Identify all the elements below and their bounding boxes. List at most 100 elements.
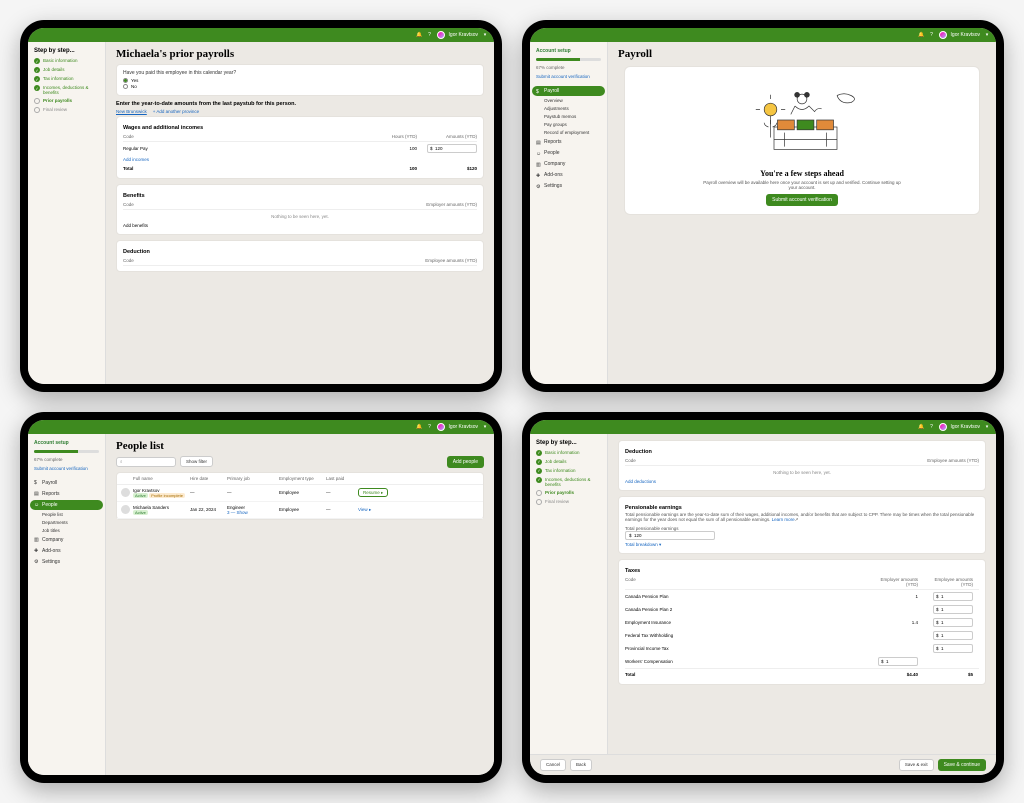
tax-ee-input[interactable] [933, 644, 973, 653]
chevron-down-icon[interactable]: ▾ [482, 424, 488, 430]
tax-er-input[interactable] [878, 657, 918, 666]
nav-reports[interactable]: ▤Reports [532, 137, 605, 147]
user-name[interactable]: Igor Kravtsov [951, 424, 980, 430]
radio-yes[interactable]: Yes [123, 78, 477, 83]
chart-icon: ▤ [536, 140, 541, 145]
step-final-review[interactable]: Final review [30, 106, 103, 114]
col-etype[interactable]: Employment type [279, 476, 324, 481]
step-incomes[interactable]: ✓Incomes, deductions & benefits [532, 476, 605, 488]
step-basic-info[interactable]: ✓Basic information [532, 449, 605, 457]
tax-ee-input[interactable] [933, 592, 973, 601]
radio-no[interactable]: No [123, 84, 477, 89]
add-deductions-link[interactable]: Add deductions [625, 479, 656, 484]
nav-settings[interactable]: ⚙Settings [30, 557, 103, 567]
people-icon: ☺ [34, 502, 39, 507]
save-exit-button[interactable]: Save & exit [899, 759, 934, 771]
screen-payroll-hero: 🔔 ? Igor Kravtsov ▾ Account setup 67% co… [530, 28, 996, 384]
tax-ee-input[interactable] [933, 605, 973, 614]
nav-settings[interactable]: ⚙Settings [532, 181, 605, 191]
nav-reports[interactable]: ▤Reports [30, 489, 103, 499]
chevron-down-icon[interactable]: ▾ [984, 32, 990, 38]
add-people-button[interactable]: Add people [447, 456, 484, 468]
step-basic-info[interactable]: ✓Basic information [30, 57, 103, 65]
show-more-link[interactable]: 3 — Show [227, 510, 248, 515]
add-benefits-link[interactable]: Add benefits [123, 223, 148, 228]
step-prior-payrolls[interactable]: Prior payrolls [532, 489, 605, 497]
hero-cta-button[interactable]: Submit account verification [766, 194, 838, 206]
avatar[interactable] [437, 31, 445, 39]
tax-row: Federal Tax Withholding [625, 629, 979, 642]
chevron-down-icon[interactable]: ▾ [482, 32, 488, 38]
nav-people[interactable]: ☺People [30, 500, 103, 510]
nav-payroll[interactable]: $Payroll [30, 478, 103, 488]
circle-icon [536, 499, 542, 505]
avatar[interactable] [939, 423, 947, 431]
save-continue-button[interactable]: Save & continue [938, 759, 986, 771]
help-icon[interactable]: ? [427, 32, 433, 38]
step-tax-info[interactable]: ✓Tax information [532, 467, 605, 475]
avatar[interactable] [939, 31, 947, 39]
user-name[interactable]: Igor Kravtsov [449, 424, 478, 430]
show-filter-button[interactable]: Show filter [180, 456, 213, 467]
step-job-details[interactable]: ✓Job details [532, 458, 605, 466]
step-incomes[interactable]: ✓Incomes, deductions & benefits [30, 84, 103, 96]
learn-more-link[interactable]: Learn more [772, 517, 795, 522]
row-name[interactable]: Igor Kravtsov [133, 488, 188, 493]
bell-icon[interactable]: 🔔 [919, 32, 925, 38]
nav-payroll[interactable]: $Payroll [532, 86, 605, 96]
add-incomes-link[interactable]: Add incomes [123, 157, 357, 162]
col-primary[interactable]: Primary job [227, 476, 277, 481]
col-hire[interactable]: Hire date [190, 476, 225, 481]
check-icon: ✓ [536, 459, 542, 465]
nav-people[interactable]: ☺People [532, 148, 605, 158]
nav-payroll-overview[interactable]: Overview [532, 97, 605, 104]
tax-ee-input[interactable] [933, 618, 973, 627]
back-button[interactable]: Back [570, 759, 592, 771]
step-tax-info[interactable]: ✓Tax information [30, 75, 103, 83]
pe-value-input[interactable] [625, 531, 715, 540]
step-final-review[interactable]: Final review [532, 498, 605, 506]
nav-addons[interactable]: ✚Add-ons [30, 546, 103, 556]
nav-job-titles[interactable]: Job titles [30, 527, 103, 534]
nav-payroll-adjustments[interactable]: Adjustments [532, 105, 605, 112]
nav-departments[interactable]: Departments [30, 519, 103, 526]
nav-company[interactable]: ▥Company [30, 535, 103, 545]
card-deduction: Deduction CodeEmployee amounts (YTD) [116, 240, 484, 272]
setup-verify-link[interactable]: Submit account verification [30, 465, 103, 472]
bell-icon[interactable]: 🔔 [417, 424, 423, 430]
sidebar-nav: Account setup 67% complete Submit accoun… [530, 42, 608, 384]
nav-people-list[interactable]: People list [30, 511, 103, 518]
user-name[interactable]: Igor Kravtsov [951, 32, 980, 38]
avatar[interactable] [437, 423, 445, 431]
help-icon[interactable]: ? [929, 424, 935, 430]
tax-ee-input[interactable] [933, 631, 973, 640]
cancel-button[interactable]: Cancel [540, 759, 566, 771]
step-job-details[interactable]: ✓Job details [30, 66, 103, 74]
help-icon[interactable]: ? [929, 32, 935, 38]
row-name[interactable]: Michaela Sanders [133, 505, 188, 510]
user-name[interactable]: Igor Kravtsov [449, 32, 478, 38]
nav-company[interactable]: ▥Company [532, 159, 605, 169]
add-province-link[interactable]: + Add another province [153, 109, 199, 114]
province-tab[interactable]: New Brunswick [116, 109, 147, 114]
wage-amount-input[interactable] [427, 144, 477, 153]
step-prior-payrolls[interactable]: Prior payrolls [30, 97, 103, 105]
nav-payroll-paygroups[interactable]: Pay groups [532, 121, 605, 128]
circle-icon [536, 490, 542, 496]
chevron-down-icon[interactable]: ▾ [984, 424, 990, 430]
puzzle-icon: ✚ [536, 173, 541, 178]
help-icon[interactable]: ? [427, 424, 433, 430]
view-button[interactable]: View ▸ [358, 507, 371, 512]
nav-payroll-roe[interactable]: Record of employment [532, 129, 605, 136]
status-badge: Active [133, 493, 148, 498]
nav-addons[interactable]: ✚Add-ons [532, 170, 605, 180]
bell-icon[interactable]: 🔔 [919, 424, 925, 430]
setup-verify-link[interactable]: Submit account verification [532, 73, 605, 80]
bell-icon[interactable]: 🔔 [417, 32, 423, 38]
total-breakdown-toggle[interactable]: Total breakdown ▾ [625, 542, 661, 547]
col-name[interactable]: Full name [133, 476, 188, 481]
nav-payroll-memos[interactable]: Paystub memos [532, 113, 605, 120]
resume-button[interactable]: Resume ▸ [358, 488, 388, 497]
search-input[interactable]: ⌕ [116, 457, 176, 467]
col-last[interactable]: Last paid [326, 476, 356, 481]
